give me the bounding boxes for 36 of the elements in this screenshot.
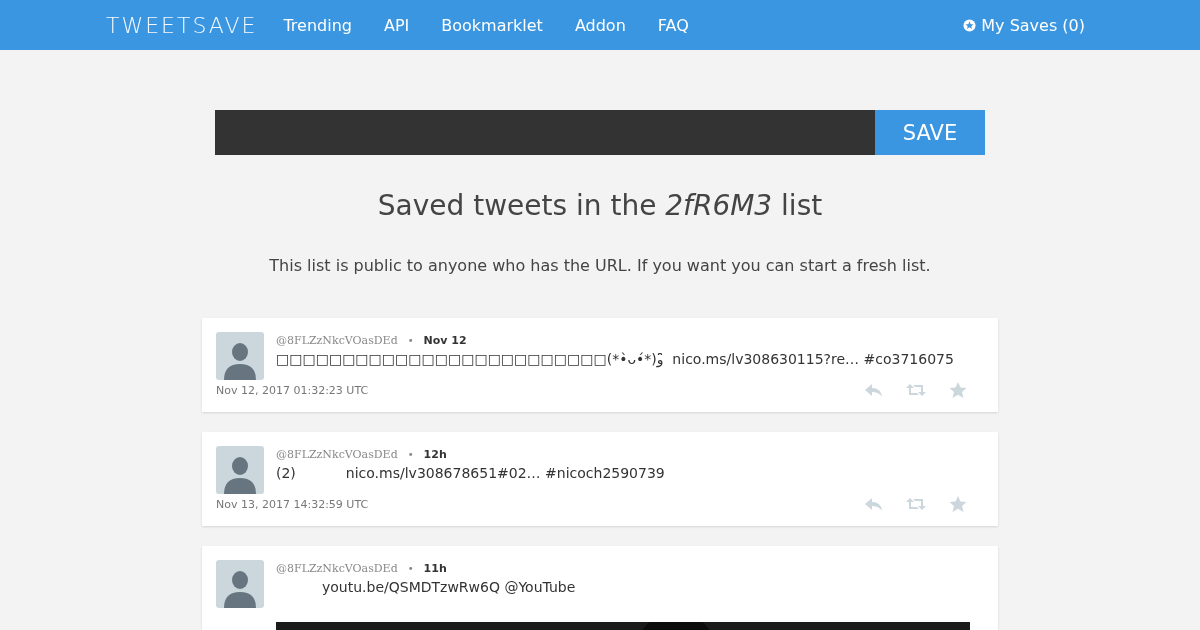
avatar-icon xyxy=(216,332,264,380)
saved-timestamp: Nov 13, 2017 14:32:59 UTC xyxy=(216,497,369,511)
tweet-text: nico.ms/lv308678651#02… #nicoch2590739 xyxy=(345,465,665,481)
tweet-time: Nov 12 xyxy=(423,334,467,347)
saved-timestamp: Nov 12, 2017 01:32:23 UTC xyxy=(216,383,369,397)
separator-dot: • xyxy=(407,449,414,460)
favorite-icon[interactable] xyxy=(948,496,968,512)
tweet-text: youtu.be/QSMDTzwRw6Q @YouTube xyxy=(322,579,576,595)
nav-link[interactable]: Bookmarklet xyxy=(441,15,543,35)
user-handle[interactable]: @8FLZzNkcVOasDEd xyxy=(276,562,398,575)
nav-link[interactable]: API xyxy=(383,15,410,35)
retweet-icon[interactable] xyxy=(906,382,926,398)
nav-link[interactable]: FAQ xyxy=(657,15,689,35)
favorite-icon[interactable] xyxy=(948,382,968,398)
list-notice: This list is public to anyone who has the URL. If you want you can start a fresh list. xyxy=(268,256,932,275)
separator-dot: • xyxy=(407,335,414,346)
my-saves-link[interactable]: My Saves (0) xyxy=(963,15,1085,35)
logo[interactable]: TWEETSAVE xyxy=(106,12,258,38)
reply-icon[interactable] xyxy=(864,496,884,512)
user-handle[interactable]: @8FLZzNkcVOasDEd xyxy=(276,334,398,347)
reply-icon[interactable] xyxy=(864,382,884,398)
tweet-url-field[interactable] xyxy=(215,110,875,155)
save-button[interactable]: SAVE xyxy=(875,110,985,155)
tweet-text: □□□□□□□□□□□□□□□□□□□□□□□□□(*•̀ᴗ•́*)و ̑̑ nico.ms/lv308630115?re… #co3716075 xyxy=(276,351,954,367)
tweet-time: 11h xyxy=(423,562,447,575)
tweet-text: (2) xyxy=(276,465,296,481)
page-heading: Saved tweets in the 2fR6M3 list xyxy=(376,189,824,222)
star-icon xyxy=(963,18,977,32)
nav-link[interactable]: Addon xyxy=(574,15,626,35)
nav-link[interactable]: Trending xyxy=(283,15,352,35)
avatar-icon xyxy=(216,560,264,608)
avatar-icon xyxy=(216,446,264,494)
tweet-time: 12h xyxy=(423,448,447,461)
user-handle[interactable]: @8FLZzNkcVOasDEd xyxy=(276,448,398,461)
retweet-icon[interactable] xyxy=(906,496,926,512)
separator-dot: • xyxy=(407,563,414,574)
